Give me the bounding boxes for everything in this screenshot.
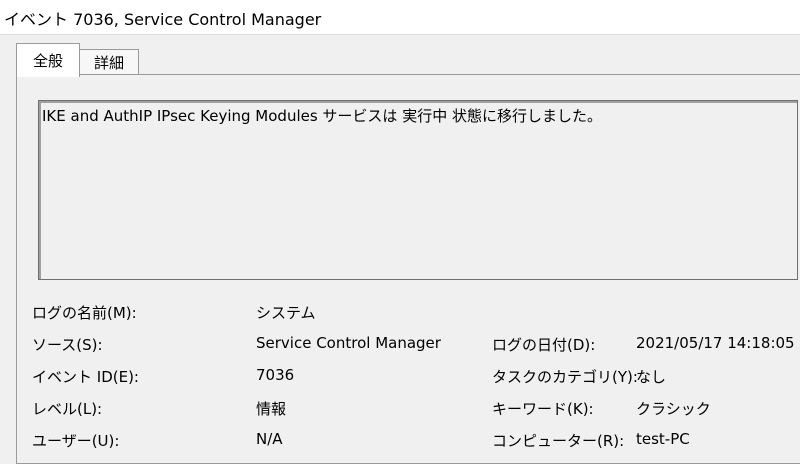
logged-value: 2021/05/17 14:18:05 [636,334,795,352]
event-id-value: 7036 [256,366,295,384]
window-title: イベント 7036, Service Control Manager [4,10,322,29]
tab-details[interactable]: 詳細 [79,49,139,75]
tab-general[interactable]: 全般 [16,43,80,77]
user-value: N/A [256,430,283,448]
task-category-value: なし [636,368,667,386]
source-label: ソース(S): [32,336,103,354]
computer-value: test-PC [636,430,690,448]
level-label: レベル(L): [32,400,103,418]
window-titlebar: イベント 7036, Service Control Manager [0,0,800,35]
level-value: 情報 [256,400,287,418]
keywords-value: クラシック [636,400,711,418]
keywords-label: キーワード(K): [492,400,594,418]
computer-label: コンピューター(R): [492,432,625,450]
task-category-label: タスクのカテゴリ(Y): [492,368,638,386]
logged-label: ログの日付(D): [492,336,596,354]
tab-strip: 全般 詳細 [0,35,800,77]
log-name-label: ログの名前(M): [32,304,137,322]
event-id-label: イベント ID(E): [32,368,139,386]
user-label: ユーザー(U): [32,432,120,450]
log-name-value: システム [256,304,316,322]
source-value: Service Control Manager [256,334,441,352]
event-description-box[interactable]: IKE and AuthIP IPsec Keying Modules サービス… [38,100,798,280]
